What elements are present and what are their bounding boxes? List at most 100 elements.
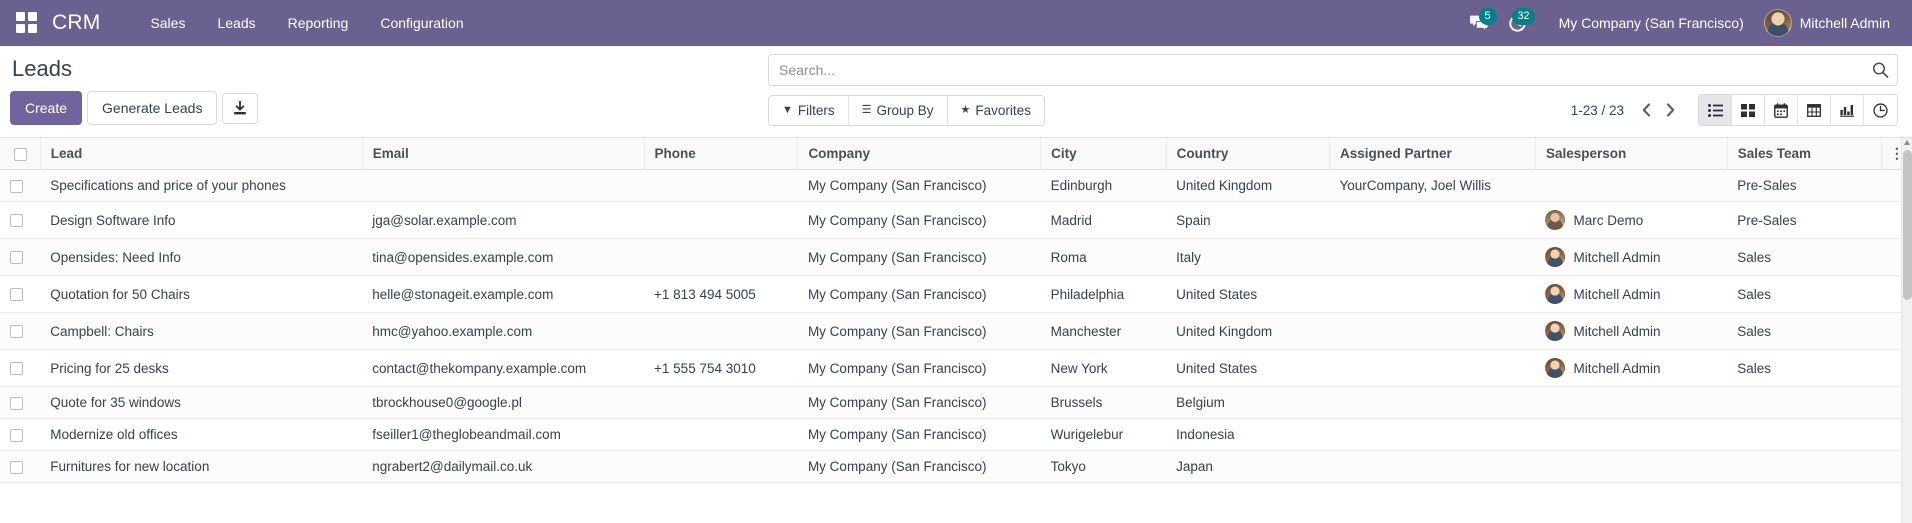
row-select-cell[interactable]: [0, 238, 41, 276]
cell-country: Italy: [1166, 238, 1330, 276]
column-header-city[interactable]: City: [1040, 138, 1167, 170]
navbar-right-section: 5 32 My Company (San Francisco) Mitchell…: [1461, 0, 1896, 46]
row-select-cell[interactable]: [0, 418, 41, 451]
cell-country: Spain: [1166, 201, 1330, 239]
cell-lead: Quote for 35 windows: [40, 386, 363, 419]
row-select-cell[interactable]: [0, 275, 41, 313]
app-brand-crm[interactable]: CRM: [52, 11, 100, 35]
view-button-pivot[interactable]: [1798, 95, 1831, 125]
cell-assigned-partner: [1329, 275, 1536, 313]
filters-button[interactable]: ▼ Filters: [769, 95, 849, 125]
cell-phone: [644, 201, 798, 239]
table-row[interactable]: Modernize old offices fseiller1@theglobea…: [0, 418, 1912, 451]
generate-leads-button[interactable]: Generate Leads: [87, 91, 218, 125]
column-header-lead[interactable]: Lead: [40, 138, 363, 170]
table-row[interactable]: Furnitures for new location ngrabert2@dai…: [0, 450, 1912, 483]
view-button-list[interactable]: [1699, 95, 1732, 125]
cell-company: My Company (San Francisco): [797, 201, 1041, 239]
column-header-country[interactable]: Country: [1166, 138, 1330, 170]
salesperson-name: Mitchell Admin: [1573, 249, 1661, 265]
row-checkbox[interactable]: [10, 362, 23, 376]
import-button[interactable]: [222, 92, 259, 124]
select-all-checkbox[interactable]: [14, 147, 27, 161]
cell-company: My Company (San Francisco): [797, 450, 1041, 483]
column-header-company[interactable]: Company: [797, 138, 1042, 170]
cell-email: ngrabert2@dailymail.co.uk: [362, 450, 645, 483]
menu-item-reporting[interactable]: Reporting: [272, 9, 365, 37]
view-button-kanban[interactable]: [1732, 95, 1765, 125]
row-select-cell[interactable]: [0, 386, 41, 419]
messages-button[interactable]: 5: [1461, 0, 1499, 46]
column-header-sales-team[interactable]: Sales Team: [1727, 138, 1882, 170]
activities-button[interactable]: 32: [1499, 0, 1537, 46]
user-name-label: Mitchell Admin: [1799, 15, 1890, 31]
row-checkbox[interactable]: [10, 325, 23, 339]
salesperson-name: Mitchell Admin: [1573, 323, 1661, 339]
row-checkbox[interactable]: [10, 288, 23, 302]
user-menu[interactable]: Mitchell Admin: [1758, 9, 1896, 37]
column-header-phone[interactable]: Phone: [644, 138, 799, 170]
cell-city: Madrid: [1040, 201, 1167, 239]
cell-email: contact@thekompany.example.com: [362, 349, 645, 387]
scrollbar-thumb[interactable]: [1903, 150, 1912, 300]
cell-company: My Company (San Francisco): [797, 349, 1041, 387]
table-row[interactable]: Quote for 35 windows tbrockhouse0@google.…: [0, 386, 1912, 419]
cell-phone: [644, 418, 798, 451]
group-by-button[interactable]: ☰ Group By: [848, 95, 948, 125]
create-button[interactable]: Create: [10, 91, 83, 125]
table-row[interactable]: Design Software Info jga@solar.example.co…: [0, 201, 1912, 239]
company-switcher[interactable]: My Company (San Francisco): [1537, 15, 1758, 31]
table-row[interactable]: Pricing for 25 desks contact@thekompany.e…: [0, 349, 1912, 387]
row-select-cell[interactable]: [0, 312, 41, 350]
salesperson-avatar: [1545, 321, 1566, 341]
cell-country: United States: [1166, 275, 1330, 313]
pager-previous-button[interactable]: [1634, 97, 1658, 123]
row-checkbox[interactable]: [10, 460, 23, 474]
column-header-assigned-partner[interactable]: Assigned Partner: [1329, 138, 1536, 170]
cell-city: Philadelphia: [1040, 275, 1167, 313]
view-button-calendar[interactable]: [1765, 95, 1798, 125]
cell-assigned-partner: YourCompany, Joel Willis: [1329, 169, 1536, 202]
row-checkbox[interactable]: [10, 396, 23, 410]
row-checkbox[interactable]: [10, 214, 23, 228]
messages-count-badge: 5: [1478, 8, 1497, 25]
search-bar[interactable]: [768, 54, 1898, 86]
vertical-scrollbar[interactable]: [1901, 138, 1912, 523]
view-button-activity[interactable]: [1864, 95, 1897, 125]
row-select-cell[interactable]: [0, 169, 41, 202]
row-checkbox[interactable]: [10, 179, 23, 193]
table-row[interactable]: Quotation for 50 Chairs helle@stonageit.e…: [0, 275, 1912, 313]
pager-next-button[interactable]: [1658, 97, 1682, 123]
favorites-button[interactable]: ★ Favorites: [947, 95, 1044, 125]
cell-company: My Company (San Francisco): [797, 312, 1041, 350]
scroll-up-arrow-icon[interactable]: [1904, 140, 1910, 145]
cell-phone: [644, 386, 798, 419]
menu-item-configuration[interactable]: Configuration: [364, 9, 479, 37]
salesperson-avatar: [1545, 247, 1566, 267]
row-checkbox[interactable]: [10, 428, 23, 442]
table-row[interactable]: Specifications and price of your phones M…: [0, 169, 1912, 202]
table-row[interactable]: Campbell: Chairs hmc@yahoo.example.com My …: [0, 312, 1912, 350]
menu-item-leads[interactable]: Leads: [201, 9, 271, 37]
menu-item-sales[interactable]: Sales: [134, 9, 201, 37]
column-header-email[interactable]: Email: [362, 138, 645, 170]
row-checkbox[interactable]: [10, 251, 23, 265]
cell-sales-team: Sales: [1727, 349, 1882, 387]
calendar-view-icon: [1774, 102, 1788, 118]
salesperson-name: Mitchell Admin: [1573, 286, 1661, 302]
control-panel: Leads Create Generate Leads Search... ▼ …: [0, 46, 1912, 138]
view-button-graph[interactable]: [1831, 95, 1864, 125]
cell-country: Belgium: [1166, 386, 1330, 419]
search-icon[interactable]: [1872, 62, 1889, 79]
column-header-salesperson[interactable]: Salesperson: [1535, 138, 1728, 170]
row-select-cell[interactable]: [0, 349, 41, 387]
row-select-cell[interactable]: [0, 201, 41, 239]
cell-city: New York: [1040, 349, 1167, 387]
search-input[interactable]: [779, 62, 1863, 78]
row-select-cell[interactable]: [0, 450, 41, 483]
control-panel-left: Leads Create Generate Leads: [10, 46, 259, 125]
cell-assigned-partner: [1329, 312, 1536, 350]
cell-city: Brussels: [1040, 386, 1167, 419]
apps-grid-icon[interactable]: [16, 12, 38, 34]
table-row[interactable]: Opensides: Need Info tina@opensides.examp…: [0, 238, 1912, 276]
